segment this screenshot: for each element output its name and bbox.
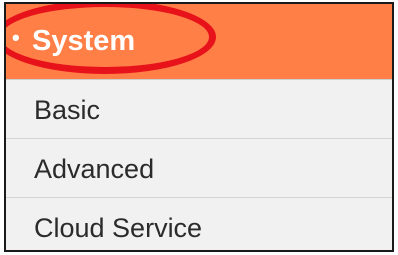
menu-item-cloud-service[interactable]: Cloud Service bbox=[6, 198, 392, 250]
menu-item-label: Cloud Service bbox=[34, 213, 203, 243]
bullet-icon: • bbox=[12, 25, 20, 50]
system-menu: • System Basic Advanced Cloud Service bbox=[4, 2, 394, 252]
menu-header-system[interactable]: • System bbox=[6, 4, 392, 80]
menu-item-basic[interactable]: Basic bbox=[6, 80, 392, 139]
menu-header-label: System bbox=[32, 25, 136, 57]
menu-item-label: Basic bbox=[34, 95, 101, 125]
menu-item-label: Advanced bbox=[34, 154, 155, 184]
menu-item-advanced[interactable]: Advanced bbox=[6, 139, 392, 198]
